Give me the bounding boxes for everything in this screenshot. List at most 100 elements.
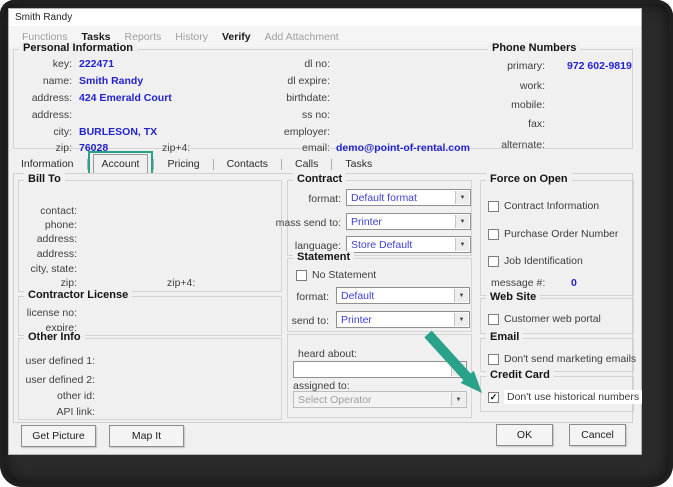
misc-group: heard about: ▼ assigned to: Select Opera… (287, 334, 472, 418)
statement-format-select[interactable]: Default ▼ (336, 287, 470, 304)
field-label: birthdate: (286, 92, 330, 104)
field-label: dl expire: (287, 75, 330, 87)
field-label: format: (296, 291, 329, 303)
field-label: user defined 1: (25, 355, 95, 367)
field-label: work: (519, 80, 545, 92)
field-value: 424 Emerald Court (79, 92, 172, 104)
combo-dropdown-button[interactable]: ▼ (455, 215, 469, 228)
field-value: Smith Randy (79, 75, 144, 87)
contract-language-select[interactable]: Store Default ▼ (346, 236, 471, 253)
menu-verify[interactable]: Verify (222, 31, 251, 43)
force-on-open-header: Force on Open (486, 173, 572, 185)
combo-dropdown-button[interactable]: ▼ (455, 191, 469, 204)
field-label: fax: (528, 118, 545, 130)
field-label: employer: (283, 126, 330, 138)
heard-about-label: heard about: (298, 348, 357, 360)
chevron-down-icon: ▼ (455, 396, 462, 403)
force-on-open-group: Force on Open Contract Information Purch… (480, 173, 634, 296)
get-picture-button[interactable]: Get Picture (21, 425, 96, 447)
job-identification-checkbox[interactable]: Job Identification (488, 255, 583, 267)
contract-group: Contract format: Default format ▼ mass s… (276, 173, 472, 256)
selected-value: Default (341, 290, 375, 302)
message-number-value: 0 (571, 277, 577, 289)
no-historical-numbers-checkbox[interactable]: ✓ Don't use historical numbers (488, 390, 643, 404)
ok-button[interactable]: OK (496, 424, 553, 446)
field-label: license no: (26, 307, 77, 319)
cancel-button[interactable]: Cancel (569, 424, 626, 446)
titlebar: Smith Randy (9, 9, 641, 26)
credit-card-group: Credit Card ✓ Don't use historical numbe… (480, 369, 643, 412)
contractor-license-group: Contractor License license no: expire: (18, 289, 282, 336)
email-header: Email (486, 331, 524, 343)
tab-tasks[interactable]: Tasks (337, 155, 380, 173)
combo-dropdown-button[interactable]: ▼ (455, 238, 469, 251)
chevron-down-icon: ▼ (459, 218, 466, 225)
contract-format-select[interactable]: Default format ▼ (346, 189, 471, 206)
statement-group: Statement No Statement format: Default ▼… (287, 251, 472, 332)
selected-value: Store Default (351, 239, 413, 251)
combo-dropdown-button[interactable]: ▼ (451, 363, 465, 376)
tab-separator (86, 158, 88, 170)
map-it-button[interactable]: Map It (109, 425, 184, 447)
tab-separator (153, 158, 155, 170)
personal-info-header: Personal Information (19, 42, 138, 54)
selected-value: Printer (351, 216, 382, 228)
tab-information[interactable]: Information (13, 155, 82, 173)
checkbox-label: No Statement (312, 269, 377, 281)
selected-value: Default format (351, 192, 417, 204)
combo-dropdown-button[interactable]: ▼ (454, 289, 468, 302)
contract-header: Contract (293, 173, 347, 185)
field-label: alternate: (501, 139, 545, 151)
field-label: primary: (507, 60, 545, 72)
menu-functions[interactable]: Functions (22, 31, 68, 43)
field-label: ss no: (301, 109, 330, 121)
menu-reports[interactable]: Reports (125, 31, 162, 43)
checkbox-box (296, 269, 307, 281)
menu-tasks[interactable]: Tasks (82, 31, 111, 43)
combo-dropdown-button[interactable]: ▼ (451, 393, 465, 406)
field-value: BURLESON, TX (79, 126, 158, 138)
assigned-to-select[interactable]: Select Operator ▼ (293, 391, 467, 408)
checkbox-box (488, 255, 499, 267)
no-marketing-emails-checkbox[interactable]: Don't send marketing emails (488, 353, 636, 365)
primary-phone-value: 972 602-9819 (567, 60, 632, 72)
app-window: Smith Randy Functions Tasks Reports Hist… (8, 8, 643, 455)
web-site-group: Web Site Customer web portal (480, 291, 634, 334)
customer-web-portal-checkbox[interactable]: Customer web portal (488, 313, 601, 325)
purchase-order-number-checkbox[interactable]: Purchase Order Number (488, 228, 618, 240)
field-label: dl no: (304, 58, 330, 70)
contract-information-checkbox[interactable]: Contract Information (488, 200, 599, 212)
statement-send-to-select[interactable]: Printer ▼ (336, 311, 470, 328)
checkbox-box (488, 200, 499, 212)
field-label: contact: (40, 205, 77, 217)
tab-account[interactable]: Account (87, 151, 154, 177)
web-site-header: Web Site (486, 291, 541, 303)
chevron-down-icon: ▼ (459, 241, 466, 248)
bill-to-header: Bill To (24, 173, 65, 185)
contract-mass-send-select[interactable]: Printer ▼ (346, 213, 471, 230)
tab-pricing[interactable]: Pricing (159, 155, 207, 173)
tab-calls[interactable]: Calls (287, 155, 326, 173)
field-label: key: (52, 58, 72, 70)
zip4-label: zip+4: (167, 277, 196, 289)
field-label: city: (53, 126, 72, 138)
tab-separator (331, 158, 333, 170)
tab-separator (212, 158, 214, 170)
field-label: address: (36, 248, 77, 260)
menu-history[interactable]: History (175, 31, 208, 43)
checkbox-box (488, 313, 499, 325)
checkbox-label: Purchase Order Number (504, 228, 619, 240)
account-tab-panel: Bill To contact: phone: address: address… (13, 173, 643, 423)
window-frame: Smith Randy Functions Tasks Reports Hist… (0, 0, 673, 487)
field-label: other id: (57, 390, 95, 402)
bill-to-group: Bill To contact: phone: address: address… (18, 173, 282, 292)
field-label: city, state: (30, 263, 78, 275)
tab-contacts[interactable]: Contacts (219, 155, 276, 173)
combo-dropdown-button[interactable]: ▼ (454, 313, 468, 326)
menu-add-attachment[interactable]: Add Attachment (265, 31, 339, 43)
checkbox-label: Contract Information (504, 200, 600, 212)
chevron-down-icon: ▼ (458, 292, 465, 299)
heard-about-select[interactable]: ▼ (293, 361, 467, 378)
no-statement-checkbox[interactable]: No Statement (296, 269, 376, 281)
field-label: API link: (56, 406, 95, 418)
